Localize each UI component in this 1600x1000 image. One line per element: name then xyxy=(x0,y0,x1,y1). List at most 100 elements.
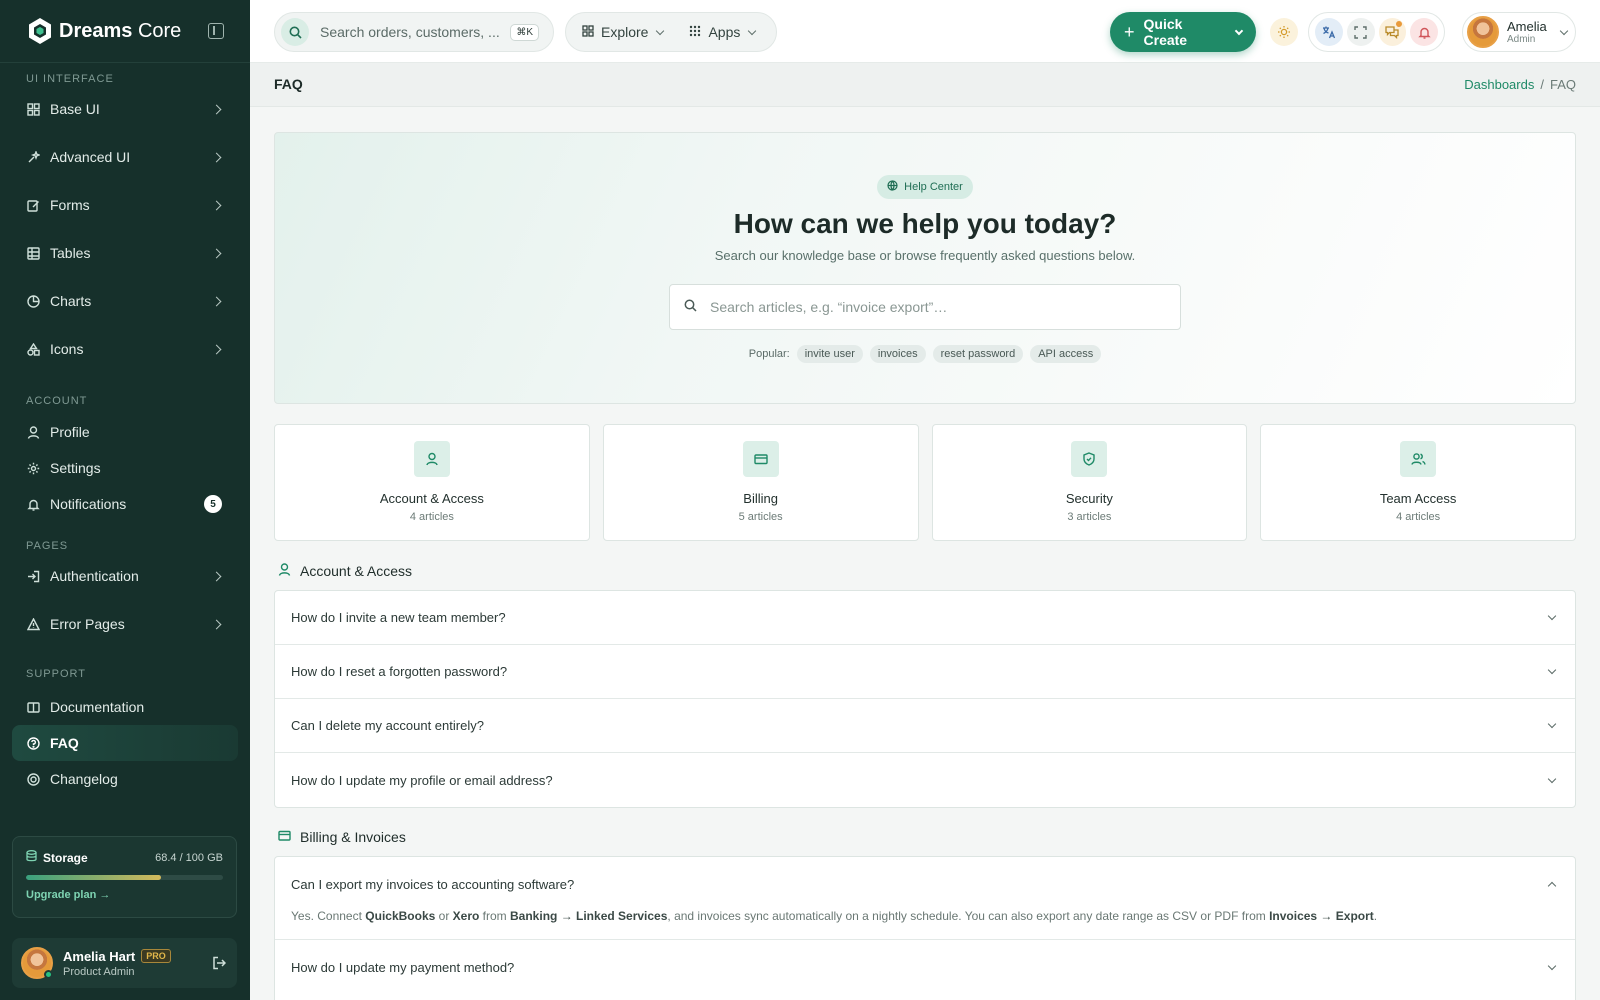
brand-name: Dreams Core xyxy=(59,19,182,42)
quick-create-button[interactable]: + Quick Create xyxy=(1110,12,1256,52)
faq-item[interactable]: Can I export my invoices to accounting s… xyxy=(275,857,1575,911)
user-menu[interactable]: Amelia Admin xyxy=(1462,12,1576,52)
sidebar-item-label: Notifications xyxy=(50,496,127,512)
pie-chart-icon xyxy=(26,294,40,308)
sidebar-item-changelog[interactable]: Changelog xyxy=(12,761,238,797)
tag-invoices[interactable]: invoices xyxy=(869,345,926,363)
database-icon xyxy=(26,850,37,865)
sidebar-item-label: Documentation xyxy=(50,699,145,715)
apps-menu[interactable]: Apps xyxy=(689,24,757,40)
user-menu-role: Admin xyxy=(1507,33,1536,45)
chevron-down-icon xyxy=(1547,665,1557,675)
sidebar-item-documentation[interactable]: Documentation xyxy=(12,689,238,725)
sidebar-collapse-icon[interactable] xyxy=(208,23,224,39)
faq-question: Can I delete my account entirely? xyxy=(291,718,484,733)
category-card-security[interactable]: Security 3 articles xyxy=(931,424,1248,541)
faq-item[interactable]: How do I reset a forgotten password? xyxy=(275,645,1575,699)
category-count: 4 articles xyxy=(409,511,454,523)
target-icon xyxy=(26,772,40,786)
logout-icon[interactable] xyxy=(210,954,228,972)
sidebar-item-faq[interactable]: FAQ xyxy=(12,725,238,761)
translate-icon[interactable] xyxy=(1315,18,1343,46)
chevron-down-icon xyxy=(656,26,665,35)
tag-api-access[interactable]: API access xyxy=(1030,345,1102,363)
section-ui-interface: UI INTERFACE xyxy=(26,73,114,85)
chevron-down-icon xyxy=(1559,26,1568,35)
sidebar-item-charts[interactable]: Charts xyxy=(12,283,238,319)
login-icon xyxy=(26,569,40,583)
answer-text: Yes. Connect xyxy=(291,909,366,923)
explore-menu[interactable]: Explore xyxy=(582,24,665,40)
sidebar-header: Dreams Core xyxy=(0,0,250,63)
tag-reset-password[interactable]: reset password xyxy=(932,345,1024,363)
chevron-right-icon xyxy=(211,571,222,581)
category-card-team-access[interactable]: Team Access 4 articles xyxy=(1260,424,1576,541)
faq-question: How do I reset a forgotten password? xyxy=(291,664,508,679)
sidebar-item-label: Advanced UI xyxy=(50,149,131,165)
sidebar-item-base-ui[interactable]: Base UI xyxy=(12,91,238,127)
faq-question: How do I invite a new team member? xyxy=(291,610,506,625)
faq-item[interactable]: Can I delete my account entirely? xyxy=(275,699,1575,753)
chevron-up-icon xyxy=(1547,881,1557,890)
article-search-field[interactable]: Search articles, e.g. “invoice export”… xyxy=(669,284,1181,330)
sidebar-item-settings[interactable]: Settings xyxy=(12,450,238,486)
article-search-input[interactable]: Search articles, e.g. “invoice export”… xyxy=(710,299,947,315)
bell-icon[interactable] xyxy=(1410,18,1438,46)
edit-icon xyxy=(26,198,40,212)
storage-title: Storage xyxy=(43,850,88,865)
category-title: Billing xyxy=(743,491,778,506)
sidebar-item-forms[interactable]: Forms xyxy=(12,187,238,223)
explore-label: Explore xyxy=(601,24,649,40)
sidebar-item-error-pages[interactable]: Error Pages xyxy=(12,606,238,642)
topbar: Search orders, customers, ... ⌘K Explore… xyxy=(250,0,1600,63)
faq-item[interactable]: How do I invite a new team member? xyxy=(275,591,1575,645)
popular-label: Popular: xyxy=(748,348,790,360)
category-title: Account & Access xyxy=(379,491,484,506)
chevron-down-icon xyxy=(1547,961,1557,970)
shield-icon xyxy=(1071,441,1108,477)
section-account: ACCOUNT xyxy=(26,395,88,407)
category-card-account[interactable]: Account & Access 4 articles xyxy=(274,424,590,541)
tag-invite-user[interactable]: invite user xyxy=(796,345,863,363)
book-icon xyxy=(26,700,40,714)
help-hero: Help Center How can we help you today? S… xyxy=(274,132,1576,404)
chevron-right-icon xyxy=(211,619,222,629)
search-input[interactable]: Search orders, customers, ... xyxy=(320,24,500,40)
page-header: FAQ Dashboards / FAQ xyxy=(250,63,1600,107)
sidebar-item-label: Forms xyxy=(50,197,90,213)
user-icon xyxy=(26,425,40,439)
storage-progress xyxy=(26,875,223,880)
category-card-billing[interactable]: Billing 5 articles xyxy=(602,424,919,541)
answer-text: . xyxy=(1373,909,1378,923)
breadcrumb-dashboards[interactable]: Dashboards xyxy=(1464,77,1534,92)
search-icon xyxy=(684,299,697,315)
sidebar-item-icons[interactable]: Icons xyxy=(12,331,238,367)
grid-icon xyxy=(582,24,594,40)
category-count: 4 articles xyxy=(1396,511,1441,523)
section-title-text: Billing & Invoices xyxy=(300,829,406,845)
messages-icon[interactable] xyxy=(1378,18,1407,46)
sidebar-item-notifications[interactable]: Notifications 5 xyxy=(12,486,238,522)
search-icon xyxy=(281,18,309,46)
theme-toggle-sun-icon[interactable] xyxy=(1270,18,1298,46)
quick-create-label: Quick Create xyxy=(1143,16,1188,48)
sidebar-item-authentication[interactable]: Authentication xyxy=(12,558,238,594)
sidebar-user-card[interactable]: Amelia Hart PRO Product Admin xyxy=(12,938,237,988)
chevron-right-icon xyxy=(211,104,222,114)
sidebar-item-tables[interactable]: Tables xyxy=(12,235,238,271)
category-count: 3 articles xyxy=(1067,511,1112,523)
faq-item[interactable]: How do I update my profile or email addr… xyxy=(275,753,1575,807)
sidebar-item-profile[interactable]: Profile xyxy=(12,414,238,450)
sparkle-icon xyxy=(26,150,40,164)
hero-subtitle: Search our knowledge base or browse freq… xyxy=(714,248,1136,263)
breadcrumb-separator: / xyxy=(1540,77,1544,92)
global-search[interactable]: Search orders, customers, ... ⌘K xyxy=(274,12,554,52)
sidebar-item-advanced-ui[interactable]: Advanced UI xyxy=(12,139,238,175)
fullscreen-icon[interactable] xyxy=(1346,18,1375,46)
unread-dot xyxy=(1396,21,1403,27)
chevron-right-icon xyxy=(211,248,222,258)
logo-icon[interactable] xyxy=(26,17,54,45)
chevron-right-icon xyxy=(211,152,222,162)
upgrade-plan-link[interactable]: Upgrade plan → xyxy=(26,889,223,901)
faq-item[interactable]: How do I update my payment method? xyxy=(275,940,1575,994)
